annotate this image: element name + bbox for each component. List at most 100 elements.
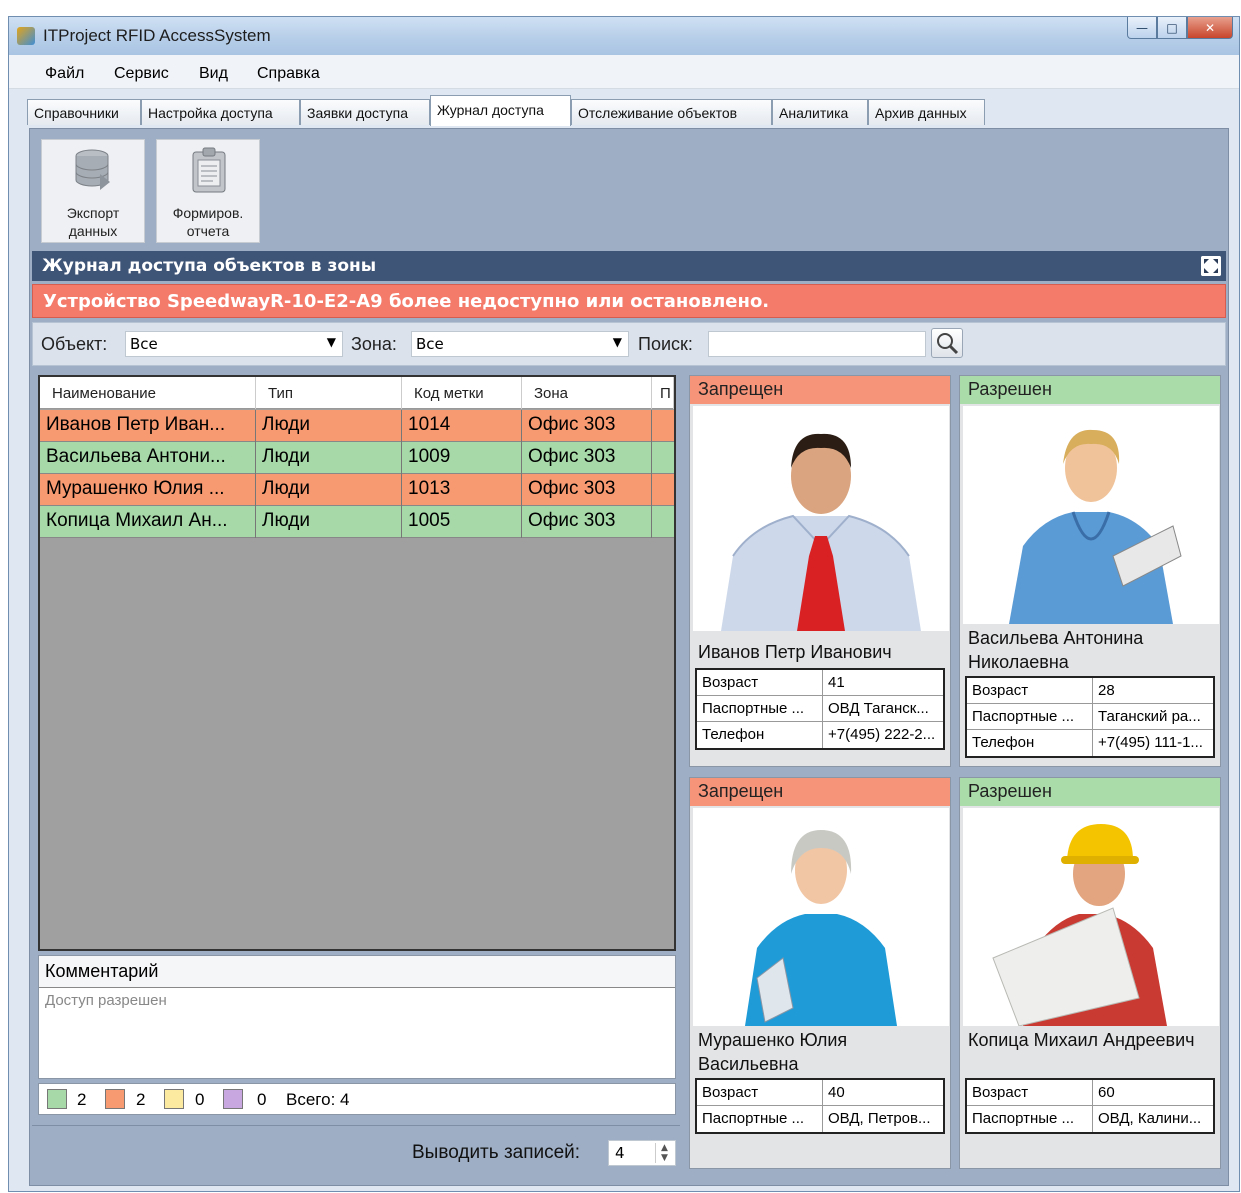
status-legend: 2 2 0 0 Всего: 4 <box>38 1083 676 1115</box>
legend-swatch-orange <box>105 1089 125 1109</box>
close-button[interactable]: ✕ <box>1187 17 1233 39</box>
person-card[interactable]: Запрещен Иванов Петр Иванович Возраст 41 … <box>689 375 951 767</box>
property-row: Возраст 28 <box>967 678 1213 704</box>
person-properties: Возраст 40 Паспортные ... ОВД, Петров... <box>695 1078 945 1134</box>
property-value: 40 <box>828 1084 845 1101</box>
cell-name: Васильева Антони... <box>40 442 256 474</box>
cell-type: Люди <box>256 474 402 506</box>
chevron-down-icon: ▼ <box>612 335 622 349</box>
toolbar: Экспорт данных Формиров. отчета <box>32 131 1226 248</box>
table-header: Наименование Тип Код метки Зона П <box>40 377 674 409</box>
person-card[interactable]: Разрешен Копица Михаил Андреевич Возраст… <box>959 777 1221 1169</box>
column-extra[interactable]: П <box>652 377 674 409</box>
property-row: Паспортные ... ОВД, Петров... <box>697 1106 943 1132</box>
section-title: Журнал доступа объектов в зоны <box>42 256 377 276</box>
card-status: Разрешен <box>960 376 1220 404</box>
search-icon <box>937 333 959 355</box>
search-button[interactable] <box>931 328 963 358</box>
section-header: Журнал доступа объектов в зоны <box>32 251 1226 281</box>
tab-analytics[interactable]: Аналитика <box>772 99 868 125</box>
generate-report-button[interactable]: Формиров. отчета <box>156 139 260 243</box>
minimize-button[interactable]: — <box>1127 17 1157 39</box>
menu-bar: Файл Сервис Вид Справка <box>9 55 1239 89</box>
person-photo <box>693 406 949 631</box>
property-key: Возраст <box>967 1080 1093 1106</box>
card-status: Разрешен <box>960 778 1220 806</box>
person-properties: Возраст 28 Паспортные ... Таганский ра... … <box>965 676 1215 758</box>
cell-zone: Офис 303 <box>522 410 652 442</box>
person-name: Копица Михаил Андреевич <box>968 1030 1195 1050</box>
object-filter-label: Объект: <box>41 334 108 354</box>
property-row: Возраст 40 <box>697 1080 943 1106</box>
comment-panel: Комментарий Доступ разрешен <box>38 955 676 1079</box>
comment-text[interactable]: Доступ разрешен <box>39 988 675 1013</box>
table-row[interactable]: Васильева Антони... Люди 1009 Офис 303 <box>40 442 674 474</box>
bottom-bar: Выводить записей: 4 ▲ ▼ <box>32 1125 680 1181</box>
maximize-button[interactable]: □ <box>1157 17 1187 39</box>
person-photo <box>963 808 1219 1026</box>
records-count-value: 4 <box>615 1144 625 1162</box>
property-key: Возраст <box>967 678 1093 704</box>
cell-zone: Офис 303 <box>522 442 652 474</box>
column-type[interactable]: Тип <box>256 377 402 409</box>
property-key: Паспортные ... <box>967 704 1093 730</box>
property-key: Паспортные ... <box>697 696 823 722</box>
property-row: Паспортные ... ОВД Таганск... <box>697 696 943 722</box>
object-filter-value: Все <box>130 335 158 353</box>
property-key: Телефон <box>697 722 823 748</box>
stepper-arrows-icon[interactable]: ▲ ▼ <box>655 1143 673 1163</box>
title-bar[interactable]: ITProject RFID AccessSystem — □ ✕ <box>9 17 1239 55</box>
tab-object-tracking[interactable]: Отслеживание объектов <box>571 99 772 125</box>
cell-name: Мурашенко Юлия ... <box>40 474 256 506</box>
tab-access-log[interactable]: Журнал доступа <box>430 95 571 126</box>
person-photo <box>693 808 949 1026</box>
tab-data-archive[interactable]: Архив данных <box>868 99 985 125</box>
export-data-button[interactable]: Экспорт данных <box>41 139 145 243</box>
cell-name: Копица Михаил Ан... <box>40 506 256 538</box>
search-input[interactable] <box>708 331 926 357</box>
property-row: Паспортные ... ОВД, Калини... <box>967 1106 1213 1132</box>
table-row[interactable]: Иванов Петр Иван... Люди 1014 Офис 303 <box>40 410 674 442</box>
menu-service[interactable]: Сервис <box>114 65 169 83</box>
report-label-2: отчета <box>186 223 230 239</box>
menu-file[interactable]: Файл <box>45 65 84 83</box>
chevron-down-icon: ▼ <box>326 335 336 349</box>
column-name[interactable]: Наименование <box>40 377 256 409</box>
cell-code: 1009 <box>402 442 522 474</box>
tab-directories[interactable]: Справочники <box>27 99 141 125</box>
records-label: Выводить записей: <box>412 1142 581 1163</box>
column-tag-code[interactable]: Код метки <box>402 377 522 409</box>
property-value: ОВД, Петров... <box>828 1110 931 1127</box>
property-key: Паспортные ... <box>697 1106 823 1132</box>
cell-code: 1014 <box>402 410 522 442</box>
records-count-stepper[interactable]: 4 ▲ ▼ <box>608 1140 676 1166</box>
object-filter-select[interactable]: Все ▼ <box>125 331 343 357</box>
legend-swatch-purple <box>223 1089 243 1109</box>
property-value: Таганский ра... <box>1098 708 1201 725</box>
tab-access-requests[interactable]: Заявки доступа <box>300 99 430 125</box>
tab-access-settings[interactable]: Настройка доступа <box>141 99 300 125</box>
menu-help[interactable]: Справка <box>257 65 320 83</box>
property-row: Возраст 41 <box>697 670 943 696</box>
access-log-panel: Экспорт данных Формиров. отчета Журнал дос… <box>29 128 1229 1186</box>
expand-icon[interactable] <box>1201 256 1221 276</box>
property-value: 28 <box>1098 682 1115 699</box>
cell-zone: Офис 303 <box>522 474 652 506</box>
export-label-2: данных <box>68 223 118 239</box>
zone-filter-select[interactable]: Все ▼ <box>411 331 629 357</box>
window-title: ITProject RFID AccessSystem <box>43 26 271 45</box>
window-controls: — □ ✕ <box>1127 17 1233 41</box>
person-properties: Возраст 41 Паспортные ... ОВД Таганск... Т… <box>695 668 945 750</box>
table-row[interactable]: Мурашенко Юлия ... Люди 1013 Офис 303 <box>40 474 674 506</box>
menu-view[interactable]: Вид <box>199 65 228 83</box>
access-log-table: Наименование Тип Код метки Зона П Иванов… <box>38 375 676 951</box>
property-value: 60 <box>1098 1084 1115 1101</box>
person-card[interactable]: Разрешен Васильева Антонина Николаевна В… <box>959 375 1221 767</box>
column-zone[interactable]: Зона <box>522 377 652 409</box>
table-row[interactable]: Копица Михаил Ан... Люди 1005 Офис 303 <box>40 506 674 538</box>
database-export-icon <box>75 149 110 190</box>
person-properties: Возраст 60 Паспортные ... ОВД, Калини... <box>965 1078 1215 1134</box>
person-name: Иванов Петр Иванович <box>698 642 892 662</box>
property-row: Возраст 60 <box>967 1080 1213 1106</box>
person-card[interactable]: Запрещен Мурашенко Юлия Васильевна Возра… <box>689 777 951 1169</box>
